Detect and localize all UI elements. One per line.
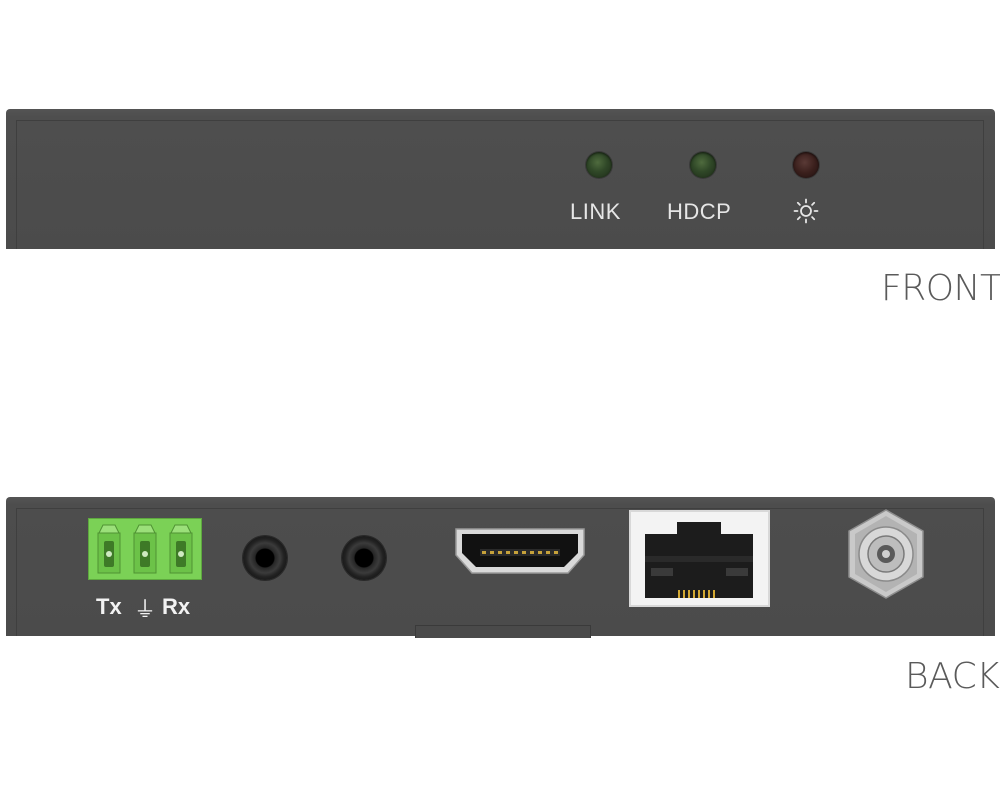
dc-power-jack[interactable] [845,508,927,600]
back-section-label: BACK [905,656,1000,697]
hdcp-led [690,152,716,178]
audio-jack-2[interactable] [342,536,386,580]
hdmi-port[interactable] [452,525,588,577]
audio-jack-1[interactable] [243,536,287,580]
terminal-label-tx: Tx [96,594,122,619]
terminal-block-slots [97,524,193,574]
sun-icon [793,198,819,224]
rj45-port[interactable] [629,510,770,607]
hdcp-label: HDCP [667,199,732,224]
terminal-block[interactable] [88,518,202,580]
front-panel-bevel [16,120,984,249]
front-section-label: FRONT [881,268,1000,309]
link-led [586,152,612,178]
power-led [793,152,819,178]
front-panel [6,109,995,249]
link-label: LINK [570,199,621,224]
ground-symbol: ⏚ [134,597,157,622]
rj45-socket [645,522,753,598]
terminal-label-rx: Rx [162,594,191,619]
panel-foot-tab [415,625,591,638]
